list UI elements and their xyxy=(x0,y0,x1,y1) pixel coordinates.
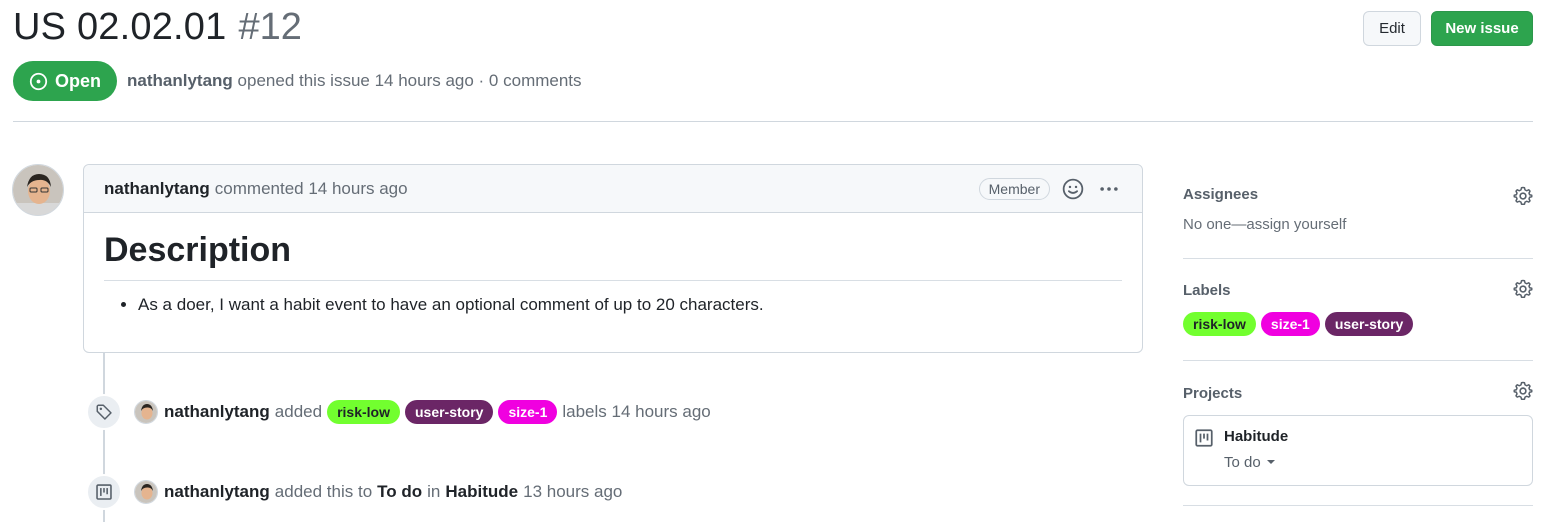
issue-meta-detail: opened this issue 14 hours ago · 0 comme… xyxy=(237,71,582,90)
gear-icon[interactable] xyxy=(1513,381,1533,401)
event-in: in xyxy=(427,482,441,501)
avatar[interactable] xyxy=(12,164,64,216)
project-icon xyxy=(86,474,122,510)
project-name-link[interactable]: Habitude xyxy=(1224,428,1288,445)
issue-title-row: US 02.02.01 #12 xyxy=(13,6,302,49)
label-size-1[interactable]: size-1 xyxy=(498,400,558,424)
sidebar-labels: risk-low size-1 user-story xyxy=(1183,312,1533,336)
assignees-title[interactable]: Assignees xyxy=(1183,186,1258,203)
member-badge: Member xyxy=(978,177,1050,200)
project-column-dropdown[interactable]: To do xyxy=(1224,454,1288,471)
label-risk-low[interactable]: risk-low xyxy=(327,400,400,424)
assignees-section: Assignees No one—assign yourself xyxy=(1183,164,1533,259)
projects-title[interactable]: Projects xyxy=(1183,385,1242,402)
label-user-story[interactable]: user-story xyxy=(404,400,494,424)
event-prefix: added this to xyxy=(274,482,373,501)
caret-down-icon xyxy=(1266,454,1276,471)
state-badge: Open xyxy=(13,61,118,101)
labels-section: Labels risk-low size-1 user-story xyxy=(1183,259,1533,361)
header-divider xyxy=(13,121,1533,122)
avatar-image-icon xyxy=(13,165,63,215)
new-issue-button[interactable]: New issue xyxy=(1431,11,1533,46)
event-verb: added xyxy=(274,402,323,421)
project-icon xyxy=(1194,428,1214,473)
issue-author-link[interactable]: nathanlytang xyxy=(127,71,233,90)
issue-sidebar: Assignees No one—assign yourself Labels … xyxy=(1183,164,1533,506)
issue-comment: nathanlytang commented 14 hours ago Memb… xyxy=(83,164,1143,353)
edit-button[interactable]: Edit xyxy=(1363,11,1421,46)
timeline-event-labels: nathanlytang added risk-low user-story s… xyxy=(86,394,711,430)
gear-icon[interactable] xyxy=(1513,186,1533,206)
event-author-link[interactable]: nathanlytang xyxy=(164,402,270,422)
label-size-1[interactable]: size-1 xyxy=(1260,312,1320,336)
description-heading: Description xyxy=(104,231,1122,281)
smiley-icon[interactable] xyxy=(1060,176,1086,202)
comment-author-link[interactable]: nathanlytang xyxy=(104,179,210,199)
avatar[interactable] xyxy=(134,480,158,504)
avatar[interactable] xyxy=(134,400,158,424)
issue-meta-text: nathanlytang opened this issue 14 hours … xyxy=(127,71,582,91)
issue-number: #12 xyxy=(238,6,302,48)
label-user-story[interactable]: user-story xyxy=(1324,312,1414,336)
labels-title[interactable]: Labels xyxy=(1183,282,1231,299)
event-author-link[interactable]: nathanlytang xyxy=(164,482,270,502)
comment-header: nathanlytang commented 14 hours ago Memb… xyxy=(84,165,1142,213)
event-time: 13 hours ago xyxy=(523,482,623,501)
issue-opened-icon xyxy=(29,72,48,90)
timeline-event-project: nathanlytang added this to To do in Habi… xyxy=(86,474,622,510)
list-item: As a doer, I want a habit event to have … xyxy=(138,295,1122,315)
kebab-icon[interactable] xyxy=(1096,176,1122,202)
label-risk-low[interactable]: risk-low xyxy=(1183,312,1256,336)
project-column-label: To do xyxy=(1224,454,1261,471)
issue-meta: Open nathanlytang opened this issue 14 h… xyxy=(13,61,582,101)
event-column-link[interactable]: To do xyxy=(377,482,422,502)
state-label: Open xyxy=(55,70,102,91)
event-suffix: labels 14 hours ago xyxy=(562,402,711,421)
project-card: Habitude To do xyxy=(1183,415,1533,486)
project-info: Habitude To do xyxy=(1224,428,1288,473)
gear-icon[interactable] xyxy=(1513,279,1533,299)
comment-body: Description As a doer, I want a habit ev… xyxy=(84,213,1142,333)
projects-section: Projects Habitude To do xyxy=(1183,361,1533,506)
comment-action: commented 14 hours ago xyxy=(214,178,408,198)
assign-yourself-link[interactable]: No one—assign yourself xyxy=(1183,216,1533,233)
comment-header-actions: Member xyxy=(978,176,1122,202)
event-project-link[interactable]: Habitude xyxy=(445,482,518,502)
description-list: As a doer, I want a habit event to have … xyxy=(104,295,1122,315)
issue-title: US 02.02.01 xyxy=(13,6,227,48)
tag-icon xyxy=(86,394,122,430)
